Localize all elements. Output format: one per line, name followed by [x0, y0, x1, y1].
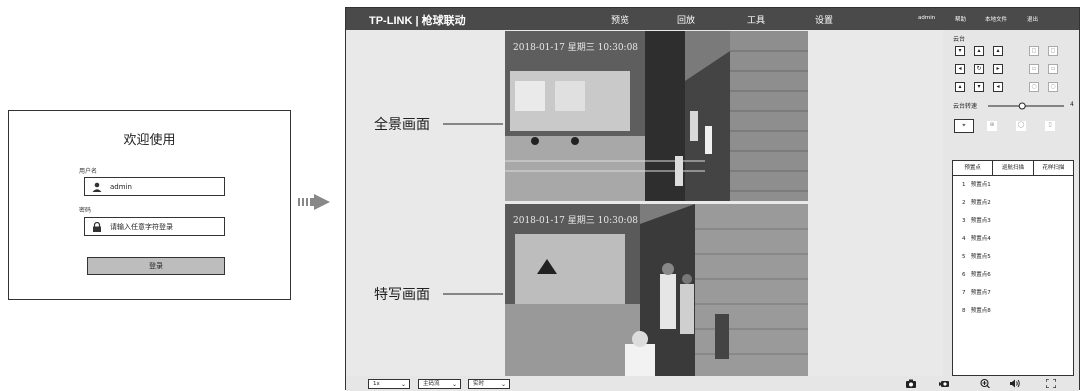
login-title: 欢迎使用	[123, 133, 176, 148]
ptz-up-right-button[interactable]: ▴	[993, 46, 1003, 56]
closeup-image	[505, 204, 808, 376]
closeup-timestamp: 2018-01-17 星期三 10:30:08	[513, 216, 639, 226]
ptz-speed-slider[interactable]	[987, 102, 1065, 110]
closeup-leader-line	[443, 293, 503, 295]
app-window: TP-LINK | 枪球联动 预览 回放 工具 设置 admin 帮助 本地文件…	[345, 7, 1081, 391]
ptz-speed-knob[interactable]	[1018, 102, 1026, 110]
preset-row[interactable]: 8 预置点8	[962, 306, 991, 314]
tab-pattern[interactable]: 花样扫描	[1034, 161, 1073, 175]
help-link[interactable]: 帮助	[955, 15, 966, 23]
username-label: 用户名	[79, 168, 98, 175]
control-panel: 云台 ▾ ▴ ▴ ◻ ◻ ◂ ↻ ▸ ▫ ▫ ▴ ▾ ◂ ○ ○ 云台转速 4 …	[947, 30, 1081, 376]
preset-row[interactable]: 5 预置点5	[962, 252, 991, 260]
bottom-toolbar: 1x ⌄ 主码流 ⌄ 实时 ⌄	[346, 376, 1079, 391]
preset-tabs: 预置点 巡航扫描 花样扫描	[953, 161, 1073, 176]
login-panel: 欢迎使用 用户名 admin 密码 请输入任意字符登录 登录	[8, 110, 291, 300]
preset-row[interactable]: 4 预置点4	[962, 234, 991, 242]
iris-open-button[interactable]: ○	[1029, 82, 1039, 92]
closeup-label: 特写画面	[374, 287, 430, 303]
preset-row[interactable]: 2 预置点2	[962, 198, 991, 206]
zoom-in-button[interactable]: ◻	[1048, 46, 1058, 56]
ptz-auto-button[interactable]: ↻	[974, 64, 984, 74]
ptz-down-left-button[interactable]: ▴	[955, 82, 965, 92]
zoom-area-icon[interactable]: ⊕	[987, 121, 997, 131]
video-viewer: 2018-01-17 星期三 10:30:08 2018-01-17 星期三 1…	[346, 30, 943, 376]
refresh-icon[interactable]: ◯	[1016, 121, 1026, 131]
preset-row[interactable]: 1 预置点1	[962, 180, 991, 188]
wiper-icon[interactable]: ▯	[1045, 121, 1055, 131]
nav-preview[interactable]: 预览	[611, 13, 629, 26]
chevron-down-icon: ⌄	[451, 381, 457, 388]
login-button[interactable]: 登录	[87, 257, 225, 275]
arrow-right-icon	[298, 194, 330, 210]
panorama-image	[505, 31, 808, 201]
ptz-title: 云台	[953, 36, 966, 43]
nav-playback[interactable]: 回放	[677, 13, 695, 26]
closeup-feed[interactable]: 2018-01-17 星期三 10:30:08	[505, 204, 808, 376]
ptz-right-button[interactable]: ▸	[993, 64, 1003, 74]
lock-icon	[93, 222, 101, 232]
nav-tools[interactable]: 工具	[747, 13, 765, 26]
panorama-timestamp: 2018-01-17 星期三 10:30:08	[513, 43, 639, 53]
playback-speed-select[interactable]: 1x ⌄	[368, 379, 410, 389]
user-name[interactable]: admin	[918, 15, 935, 21]
preset-row[interactable]: 3 预置点3	[962, 216, 991, 224]
stream-value: 主码流	[423, 381, 440, 387]
brand-title: TP-LINK | 枪球联动	[369, 15, 466, 27]
focus-near-button[interactable]: ▫	[1029, 64, 1039, 74]
logout-link[interactable]: 退出	[1027, 15, 1038, 23]
panorama-label: 全景画面	[374, 117, 430, 133]
username-value: admin	[110, 182, 132, 191]
preset-row[interactable]: 7 预置点7	[962, 288, 991, 296]
tab-presets[interactable]: 预置点	[953, 161, 994, 175]
snapshot-icon[interactable]	[906, 379, 916, 388]
mode-select[interactable]: 实时 ⌄	[468, 379, 510, 389]
audio-icon[interactable]	[1010, 379, 1020, 388]
password-field[interactable]: 请输入任意字符登录	[84, 217, 225, 236]
stream-select[interactable]: 主码流 ⌄	[418, 379, 461, 389]
ptz-left-button[interactable]: ◂	[955, 64, 965, 74]
playback-speed-value: 1x	[373, 381, 380, 387]
zoom-out-button[interactable]: ◻	[1029, 46, 1039, 56]
ptz-speed-value: 4	[1070, 101, 1074, 108]
3d-locate-button[interactable]: ⌖	[954, 119, 974, 133]
panorama-feed[interactable]: 2018-01-17 星期三 10:30:08	[505, 31, 808, 201]
digital-zoom-icon[interactable]	[980, 379, 990, 388]
record-icon[interactable]	[939, 379, 949, 388]
chevron-down-icon: ⌄	[400, 381, 406, 388]
top-bar: TP-LINK | 枪球联动 预览 回放 工具 设置 admin 帮助 本地文件…	[346, 8, 1079, 30]
ptz-up-left-button[interactable]: ▾	[955, 46, 965, 56]
username-field[interactable]: admin	[84, 177, 225, 196]
iris-close-button[interactable]: ○	[1048, 82, 1058, 92]
preset-row[interactable]: 6 预置点6	[962, 270, 991, 278]
preset-panel: 预置点 巡航扫描 花样扫描 1 预置点1 2 预置点2 3 预置点3 4 预置点…	[952, 160, 1074, 376]
fullscreen-icon[interactable]	[1046, 379, 1056, 388]
password-label: 密码	[79, 207, 92, 214]
ptz-down-button[interactable]: ▾	[974, 82, 984, 92]
focus-far-button[interactable]: ▫	[1048, 64, 1058, 74]
nav-settings[interactable]: 设置	[815, 13, 833, 26]
ptz-down-right-button[interactable]: ◂	[993, 82, 1003, 92]
user-icon	[92, 182, 102, 192]
ptz-up-button[interactable]: ▴	[974, 46, 984, 56]
panorama-leader-line	[443, 123, 503, 125]
password-placeholder: 请输入任意字符登录	[110, 222, 173, 231]
mode-value: 实时	[473, 381, 485, 387]
ptz-speed-label: 云台转速	[953, 103, 978, 110]
local-files-link[interactable]: 本地文件	[985, 15, 1007, 23]
chevron-down-icon: ⌄	[500, 381, 506, 388]
tab-cruise[interactable]: 巡航扫描	[993, 161, 1034, 175]
